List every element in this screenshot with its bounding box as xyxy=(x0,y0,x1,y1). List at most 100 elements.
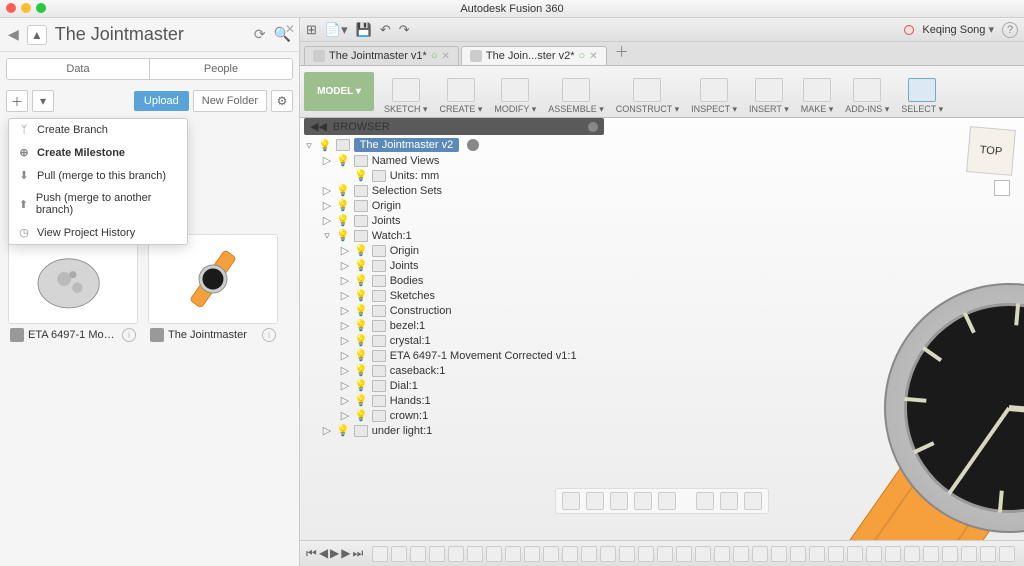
expand-icon[interactable]: ▷ xyxy=(340,409,350,422)
grid-settings-icon[interactable] xyxy=(720,492,738,510)
timeline-feature[interactable] xyxy=(486,546,502,562)
timeline-feature[interactable] xyxy=(581,546,597,562)
bulb-icon[interactable]: 💡 xyxy=(336,229,350,242)
timeline-feature[interactable] xyxy=(657,546,673,562)
bulb-icon[interactable]: 💡 xyxy=(354,289,368,302)
ribbon-modify[interactable]: MODIFY ▾ xyxy=(488,66,542,117)
expand-icon[interactable]: ▷ xyxy=(340,394,350,407)
ribbon-addins[interactable]: ADD-INS ▾ xyxy=(839,66,895,117)
tab-data[interactable]: Data xyxy=(7,59,149,79)
bulb-icon[interactable]: 💡 xyxy=(354,259,368,272)
timeline-feature[interactable] xyxy=(562,546,578,562)
bulb-icon[interactable]: 💡 xyxy=(354,304,368,317)
expand-icon[interactable]: ▷ xyxy=(322,184,332,197)
timeline-feature[interactable] xyxy=(372,546,388,562)
bulb-icon[interactable]: 💡 xyxy=(336,184,350,197)
expand-icon[interactable]: ▷ xyxy=(322,199,332,212)
branch-menu-button[interactable]: ▾ xyxy=(32,90,54,112)
tree-node[interactable]: ▷💡Origin xyxy=(304,243,604,258)
bulb-icon[interactable]: 💡 xyxy=(318,139,332,152)
file-menu-icon[interactable]: 📄▾ xyxy=(325,22,348,38)
viewports-icon[interactable] xyxy=(744,492,762,510)
close-tab-icon[interactable]: ✕ xyxy=(589,51,597,62)
expand-icon[interactable]: ▷ xyxy=(340,259,350,272)
timeline-feature[interactable] xyxy=(505,546,521,562)
bulb-icon[interactable]: 💡 xyxy=(354,409,368,422)
fit-icon[interactable] xyxy=(658,492,676,510)
home-view-icon[interactable] xyxy=(994,180,1010,196)
look-icon[interactable] xyxy=(586,492,604,510)
tree-node[interactable]: ▷💡Selection Sets xyxy=(304,183,604,198)
expand-icon[interactable]: ▷ xyxy=(340,274,350,287)
timeline-feature[interactable] xyxy=(790,546,806,562)
add-button[interactable]: ＋ xyxy=(6,90,28,112)
timeline-play-icon[interactable]: ▶ xyxy=(330,546,339,561)
timeline-feature[interactable] xyxy=(866,546,882,562)
tree-node[interactable]: ▷💡bezel:1 xyxy=(304,318,604,333)
timeline-feature[interactable] xyxy=(771,546,787,562)
doc-tab-v2[interactable]: The Join...ster v2*○✕ xyxy=(461,46,607,65)
close-window-icon[interactable] xyxy=(6,3,16,13)
timeline-feature[interactable] xyxy=(600,546,616,562)
timeline-feature[interactable] xyxy=(847,546,863,562)
upload-button[interactable]: Upload xyxy=(134,91,189,111)
collapse-icon[interactable]: ◀◀ xyxy=(310,120,327,133)
tree-root-label[interactable]: The Jointmaster v2 xyxy=(354,138,460,152)
ribbon-sketch[interactable]: SKETCH ▾ xyxy=(378,66,434,117)
menu-create-milestone[interactable]: ⊕Create Milestone xyxy=(9,141,187,164)
add-tab-button[interactable]: ＋ xyxy=(609,39,635,65)
design-thumb-eta[interactable]: ETA 6497-1 Move...i xyxy=(8,234,138,346)
timeline-next-icon[interactable]: ▶ xyxy=(341,546,350,561)
pin-icon[interactable] xyxy=(588,122,598,132)
expand-icon[interactable]: ▿ xyxy=(304,139,314,152)
expand-icon[interactable]: ▷ xyxy=(322,214,332,227)
timeline-feature[interactable] xyxy=(733,546,749,562)
timeline-end-icon[interactable]: ⏭ xyxy=(353,546,364,561)
workspace-switcher[interactable]: MODEL ▾ xyxy=(304,72,374,111)
expand-icon[interactable]: ▷ xyxy=(340,304,350,317)
expand-icon[interactable]: ▷ xyxy=(340,364,350,377)
redo-icon[interactable]: ↷ xyxy=(399,22,410,38)
bulb-icon[interactable]: 💡 xyxy=(354,364,368,377)
refresh-icon[interactable]: ⟳ xyxy=(254,26,266,43)
timeline-feature[interactable] xyxy=(410,546,426,562)
gear-icon[interactable] xyxy=(467,139,479,151)
expand-icon[interactable]: ▷ xyxy=(340,244,350,257)
timeline-feature[interactable] xyxy=(391,546,407,562)
ribbon-select[interactable]: SELECT ▾ xyxy=(895,66,949,117)
tree-node[interactable]: ▷💡under light:1 xyxy=(304,423,604,438)
help-icon[interactable]: ? xyxy=(1002,22,1018,38)
menu-create-branch[interactable]: ᛘCreate Branch xyxy=(9,119,187,141)
save-icon[interactable]: 💾 xyxy=(356,22,372,38)
display-settings-icon[interactable] xyxy=(696,492,714,510)
timeline-feature[interactable] xyxy=(714,546,730,562)
design-thumb-jointmaster[interactable]: The Jointmasteri xyxy=(148,234,278,346)
timeline-prev-icon[interactable]: ◀ xyxy=(319,546,328,561)
zoom-icon[interactable] xyxy=(634,492,652,510)
pan-icon[interactable] xyxy=(610,492,628,510)
timeline-start-icon[interactable]: ⏮ xyxy=(306,546,317,561)
maximize-window-icon[interactable] xyxy=(36,3,46,13)
tree-node[interactable]: ▷💡Joints xyxy=(304,213,604,228)
bulb-icon[interactable]: 💡 xyxy=(336,154,350,167)
bulb-icon[interactable]: 💡 xyxy=(336,199,350,212)
expand-icon[interactable]: ▷ xyxy=(340,349,350,362)
tree-node[interactable]: ▷💡Bodies xyxy=(304,273,604,288)
timeline-feature[interactable] xyxy=(543,546,559,562)
bulb-icon[interactable]: 💡 xyxy=(354,244,368,257)
timeline-feature[interactable] xyxy=(999,546,1015,562)
canvas-viewport[interactable]: ◀◀BROWSER ▿💡The Jointmaster v2▷💡Named Vi… xyxy=(300,118,1024,540)
info-icon[interactable]: i xyxy=(122,328,136,342)
ribbon-construct[interactable]: CONSTRUCT ▾ xyxy=(610,66,685,117)
close-panel-icon[interactable]: ✕ xyxy=(285,22,295,36)
gear-icon[interactable]: ⚙ xyxy=(271,90,293,112)
timeline-feature[interactable] xyxy=(676,546,692,562)
timeline-feature[interactable] xyxy=(619,546,635,562)
record-icon[interactable] xyxy=(904,25,914,35)
bulb-icon[interactable]: 💡 xyxy=(354,274,368,287)
expand-icon[interactable]: ▿ xyxy=(322,229,332,242)
grid-icon[interactable]: ⊞ xyxy=(306,22,317,38)
orbit-icon[interactable] xyxy=(562,492,580,510)
tree-node[interactable]: ▿💡Watch:1 xyxy=(304,228,604,243)
bulb-icon[interactable]: 💡 xyxy=(354,349,368,362)
